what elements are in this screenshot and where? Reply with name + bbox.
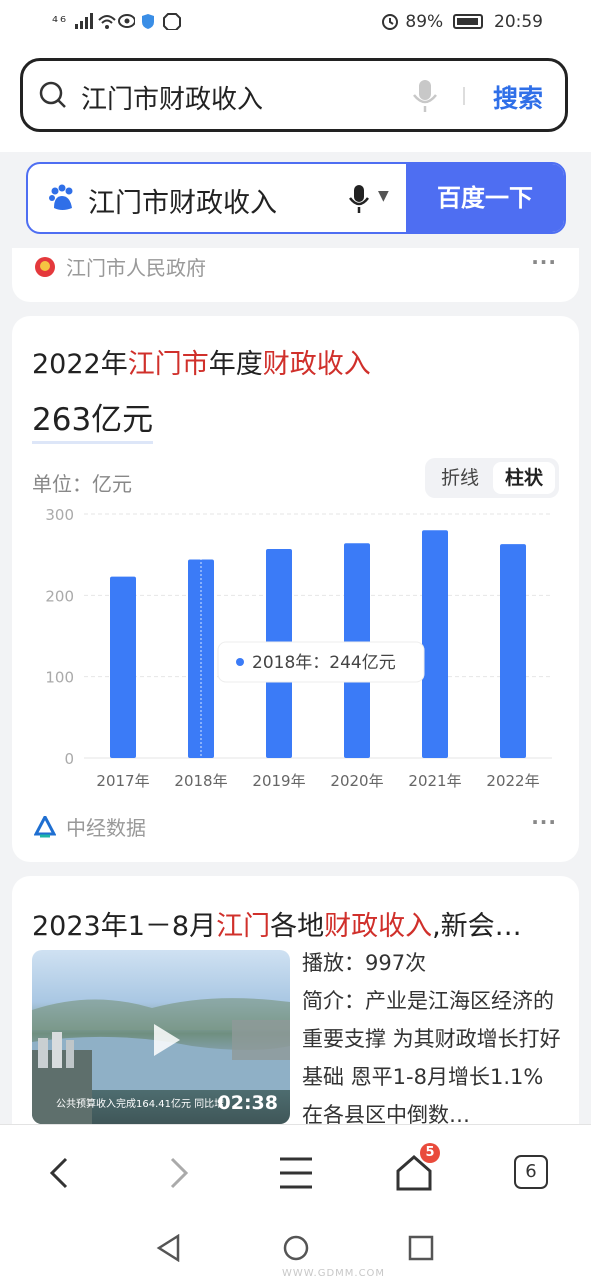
bar-2017年[interactable] <box>110 576 136 758</box>
x-tick-label: 2018年 <box>174 772 227 790</box>
zhongjing-data-icon <box>34 816 56 838</box>
bar-chart[interactable]: 0 100 200 300 2017年 2018年 2019年 2020年 2021年 2022年… <box>12 496 579 796</box>
answer-value: 263亿元 <box>32 394 154 444</box>
more-icon[interactable]: ··· <box>531 810 557 834</box>
bar-2021年[interactable] <box>422 530 448 758</box>
watermark: WWW.GDMM.COM <box>282 1268 386 1279</box>
status-icons-left: ⁴⁶ <box>52 12 182 31</box>
divider <box>463 87 465 105</box>
video-title[interactable]: 2023年1－8月江门各地财政收入,新会… <box>32 904 562 943</box>
baidu-paw-icon <box>49 184 73 210</box>
title-part-highlight: 财政收入 <box>324 911 433 942</box>
unit-label: 单位：亿元 <box>32 472 132 496</box>
title-part: ,新会… <box>432 911 522 942</box>
chart-tooltip: 2018年：244亿元 <box>217 641 425 683</box>
result-card-prev: 江门市人民政府 ··· <box>12 248 579 302</box>
x-tick-label: 2022年 <box>486 772 539 790</box>
system-recents-icon[interactable] <box>408 1235 434 1261</box>
gov-emblem-icon <box>35 257 55 277</box>
title-part: 2022年 <box>32 349 128 380</box>
video-thumbnail[interactable]: 公共预算收入完成164.41亿元 同比增 02:38 <box>32 950 290 1124</box>
x-tick-label: 2019年 <box>252 772 305 790</box>
toggle-bar-chart[interactable]: 柱状 <box>493 462 555 494</box>
source-label[interactable]: 江门市人民政府 <box>34 252 206 281</box>
status-icons-right: 89% 20:59 <box>380 12 543 32</box>
back-icon[interactable] <box>38 1151 82 1195</box>
tabs-button[interactable]: 6 <box>514 1155 548 1189</box>
source-name: 中经数据 <box>66 816 146 840</box>
toggle-line-chart[interactable]: 折线 <box>429 462 491 494</box>
top-search-input[interactable]: 江门市财政收入 搜索 <box>20 58 568 132</box>
video-caption: 公共预算收入完成164.41亿元 同比增 <box>56 1099 225 1110</box>
play-icon[interactable] <box>144 1020 184 1060</box>
title-part-highlight: 江门 <box>216 911 271 942</box>
bar-2022年[interactable] <box>500 544 526 758</box>
microphone-icon[interactable] <box>348 184 370 214</box>
top-search-container: 江门市财政收入 搜索 <box>0 46 591 152</box>
more-icon[interactable]: ··· <box>531 250 557 274</box>
title-part: 2023年1－8月 <box>32 911 217 942</box>
title-part-highlight: 财政收入 <box>262 349 371 380</box>
notification-badge: 5 <box>420 1143 440 1163</box>
battery-icon <box>452 14 483 29</box>
y-tick-label: 0 <box>64 750 74 768</box>
chevron-down-icon[interactable]: ▼ <box>378 188 389 204</box>
browser-nav-bar: 5 6 <box>0 1124 591 1220</box>
baidu-search-button[interactable]: 百度一下 <box>406 164 564 232</box>
y-tick-label: 100 <box>45 669 74 687</box>
clock: 20:59 <box>494 12 543 32</box>
x-tick-label: 2017年 <box>96 772 149 790</box>
answer-title[interactable]: 2022年江门市年度财政收入 <box>32 342 371 381</box>
play-count: 播放：997次 <box>302 951 427 975</box>
signal-label: ⁴⁶ <box>52 13 69 31</box>
menu-icon[interactable] <box>274 1151 318 1195</box>
source-label[interactable]: 中经数据 <box>34 812 146 841</box>
x-tick-label: 2020年 <box>330 772 383 790</box>
system-home-icon[interactable] <box>282 1234 310 1262</box>
baidu-search-bar[interactable]: 江门市财政收入 ▼ 百度一下 <box>26 162 566 234</box>
shield-icon <box>141 13 181 31</box>
voice-input-icon[interactable] <box>411 79 439 113</box>
chart-type-toggle: 折线 柱状 <box>425 458 559 498</box>
search-button[interactable]: 搜索 <box>493 79 543 115</box>
system-nav-bar: WWW.GDMM.COM <box>0 1220 591 1280</box>
forward-icon[interactable] <box>156 1151 200 1195</box>
top-search-query: 江门市财政收入 <box>81 85 264 115</box>
answer-card: 2022年江门市年度财政收入 263亿元 单位：亿元 折线 柱状 0 100 200… <box>12 316 579 862</box>
title-part: 各地 <box>270 911 325 942</box>
video-result-card[interactable]: 2023年1－8月江门各地财政收入,新会… 公共预算收入完成164.41亿元 同… <box>12 876 579 1127</box>
y-tick-label: 200 <box>45 587 74 605</box>
signal-wifi-icon <box>74 13 136 29</box>
status-bar: ⁴⁶ 89% 20:59 <box>0 0 591 46</box>
system-back-icon[interactable] <box>156 1234 182 1262</box>
baidu-search-query: 江门市财政收入 <box>88 188 277 219</box>
alarm-icon <box>381 14 398 30</box>
title-part: 年度 <box>208 349 263 380</box>
title-part-highlight: 江门市 <box>127 349 209 380</box>
source-name: 江门市人民政府 <box>66 256 206 280</box>
tooltip-dot <box>236 658 244 666</box>
battery-percent: 89% <box>405 12 444 32</box>
video-description: 简介：产业是江海区经济的重要支撑 为其财政增长打好基础 恩平1-8月增长1.1%… <box>302 989 561 1127</box>
y-tick-label: 300 <box>45 506 74 524</box>
search-icon <box>39 81 66 108</box>
video-duration: 02:38 <box>217 1092 278 1114</box>
x-tick-label: 2021年 <box>408 772 461 790</box>
tooltip-text: 2018年：244亿元 <box>252 653 396 673</box>
